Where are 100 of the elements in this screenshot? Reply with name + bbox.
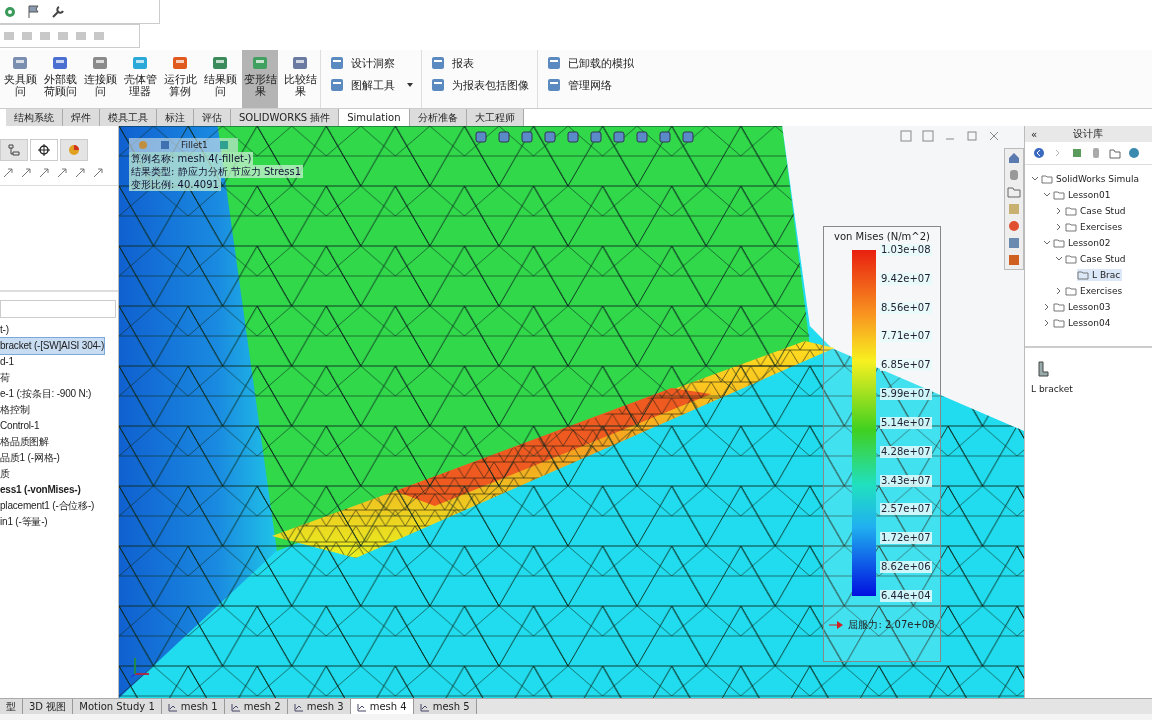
legend-title: von Mises (N/m^2) [834,231,930,242]
document-tab[interactable]: mesh 4 [350,699,414,714]
ribbon-button[interactable]: 壳体管理器 [122,50,158,108]
chevron-icon[interactable] [1043,191,1051,199]
ribbon-tab[interactable]: 焊件 [63,109,100,126]
maximize-icon[interactable] [966,130,978,142]
toolbar-icon[interactable] [38,167,50,179]
folder-tree-item[interactable]: L Brac [1077,269,1123,281]
tree-item[interactable]: 荷 [0,370,10,386]
folder-tree-item[interactable]: Case Stud [1065,253,1128,265]
toolbar-icon[interactable] [20,167,32,179]
ribbon-tab[interactable]: 模具工具 [100,109,157,126]
document-tab[interactable]: Motion Study 1 [73,699,162,714]
folder-icon[interactable] [1007,185,1021,199]
ribbon-button[interactable]: 结果顾问 [202,50,238,108]
view-tool-icon[interactable] [566,130,580,144]
ribbon-button[interactable]: 夹具顾问 [2,50,38,108]
tree-item[interactable]: placement1 (-合位移-) [0,498,95,514]
ribbon-button[interactable]: 管理网络 [546,76,634,94]
chevron-icon[interactable] [1055,207,1063,215]
tree-item[interactable]: Control-1 [0,418,40,434]
chevron-icon[interactable] [1055,223,1063,231]
chevron-icon[interactable] [1055,287,1063,295]
tree-item[interactable]: ess1 (-vonMises-) [0,482,81,498]
file-item[interactable]: L bracket [1031,360,1073,394]
document-tab[interactable]: mesh 5 [413,699,477,714]
pane-icon[interactable] [900,130,912,142]
ribbon-button[interactable]: 设计洞察 [329,54,413,72]
ribbon-button[interactable]: 变形结果 [242,50,278,108]
cylinder-icon[interactable] [1007,168,1021,182]
folder-tree-item[interactable]: Lesson04 [1053,317,1113,329]
tree-item[interactable]: bracket (-[SW]AISI 304-) [0,338,105,354]
tree-item[interactable]: t-) [0,322,9,338]
ribbon-tab[interactable]: 评估 [194,109,231,126]
folder-tree-item[interactable]: Case Stud [1065,205,1128,217]
close-icon[interactable] [988,130,1000,142]
chevron-icon[interactable] [1043,239,1051,247]
ribbon-button[interactable]: 连接顾问 [82,50,118,108]
view-tool-icon[interactable] [612,130,626,144]
folder-tree-item[interactable]: Lesson02 [1053,237,1113,249]
toolbar-icon[interactable] [92,167,104,179]
study-icon [167,701,178,712]
wrench-icon[interactable] [50,3,66,20]
document-tab[interactable]: mesh 2 [224,699,288,714]
home-icon[interactable] [1007,151,1021,165]
ribbon-button[interactable]: 外部载荷顾问 [42,50,78,108]
ribbon-button[interactable]: 为报表包括图像 [430,76,529,94]
scale-label: 1.72e+07 [880,532,932,545]
tree-item[interactable]: 品质1 (-网格-) [0,450,60,466]
toolbar-icon[interactable] [56,167,68,179]
ribbon-button[interactable]: 报表 [430,54,529,72]
chevron-icon[interactable] [1055,255,1063,263]
folder-icon[interactable] [1109,147,1121,159]
ribbon-button[interactable]: 运行此算例 [162,50,198,108]
filter-field[interactable] [0,300,116,318]
view-tool-icon[interactable] [681,130,695,144]
tree-item[interactable]: d-1 [0,354,14,370]
collapse-button[interactable]: « [1031,128,1038,140]
view-tool-icon[interactable] [520,130,534,144]
tree-item[interactable]: 格控制 [0,402,30,418]
folder-tree-item[interactable]: Lesson01 [1053,189,1113,201]
view-tool-icon[interactable] [543,130,557,144]
flag-icon[interactable] [26,3,42,20]
folder-tree-item[interactable]: Exercises [1065,221,1125,233]
folder-tree-item[interactable]: SolidWorks Simula [1041,173,1141,185]
document-tab[interactable]: mesh 3 [287,699,351,714]
chevron-icon[interactable] [1043,303,1051,311]
view-tool-icon[interactable] [589,130,603,144]
ribbon-tab[interactable]: 大工程师 [466,109,524,126]
tree-item[interactable]: e-1 (:按条目: -900 N:) [0,386,92,402]
view-tool-icon[interactable] [635,130,649,144]
tree-item[interactable]: 格品质图解 [0,434,49,450]
ribbon-tab[interactable]: 分析准备 [409,109,467,126]
document-tab[interactable]: mesh 1 [161,699,225,714]
folder-tree-item[interactable]: Exercises [1065,285,1125,297]
ribbon-tab[interactable]: SOLIDWORKS 插件 [231,109,340,126]
view-tool-icon[interactable] [497,130,511,144]
document-tab[interactable]: 型 [0,699,23,714]
cylinder-icon[interactable] [1090,147,1102,159]
tree-item[interactable]: 质 [0,466,10,482]
ribbon-tab[interactable]: 标注 [157,109,194,126]
breadcrumb-item[interactable]: Fillet1 [181,140,208,150]
back-icon[interactable] [1033,147,1045,159]
pane-icon[interactable] [922,130,934,142]
tree-item[interactable]: in1 (-等量-) [0,514,48,530]
ribbon-tab[interactable]: 结构系统 [6,109,63,126]
appearance-tab[interactable] [60,139,88,161]
ribbon-button[interactable]: 图解工具 [329,76,413,94]
chevron-icon[interactable] [1043,319,1051,327]
chevron-icon[interactable] [1031,175,1039,183]
toolbar-icon[interactable] [2,167,14,179]
toolbar-icon[interactable] [74,167,86,179]
folder-icon [1053,301,1065,313]
folder-tree-item[interactable]: Lesson03 [1053,301,1113,313]
view-tool-icon[interactable] [658,130,672,144]
view-tool-icon[interactable] [474,130,488,144]
property-tab[interactable] [30,139,58,161]
ribbon-button[interactable]: 比较结果 [282,50,318,108]
ribbon-button[interactable]: 已卸载的模拟 [546,54,634,72]
document-tab[interactable]: 3D 视图 [23,699,74,714]
